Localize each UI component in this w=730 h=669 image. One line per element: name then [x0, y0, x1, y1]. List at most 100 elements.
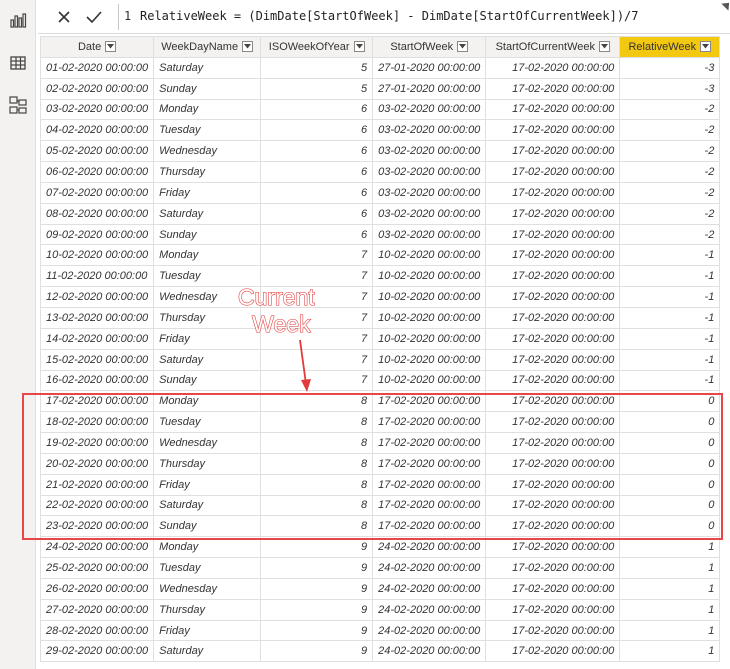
cell-startofweek[interactable]: 10-02-2020 00:00:00	[372, 327, 487, 350]
cell-startofweek[interactable]: 17-02-2020 00:00:00	[372, 432, 487, 454]
cell-relativeweek[interactable]: -1	[619, 369, 721, 392]
cell-startofweek[interactable]: 03-02-2020 00:00:00	[372, 181, 487, 204]
table-row[interactable]: 03-02-2020 00:00:00 Monday 6 03-02-2020 00:…	[39, 98, 721, 121]
formula-input[interactable]: RelativeWeek = (DimDate[StartOfWeek] - D…	[140, 9, 639, 23]
cell-date[interactable]: 09-02-2020 00:00:00	[39, 223, 155, 246]
cell-date[interactable]: 17-02-2020 00:00:00	[39, 390, 155, 413]
cell-date[interactable]: 22-02-2020 00:00:00	[39, 494, 155, 517]
table-row[interactable]: 24-02-2020 00:00:00 Monday 9 24-02-2020 00:…	[39, 536, 721, 559]
cell-date[interactable]: 14-02-2020 00:00:00	[39, 327, 155, 350]
cell-startofcurrentweek[interactable]: 17-02-2020 00:00:00	[485, 452, 621, 475]
cell-weekdayname[interactable]: Wednesday	[153, 140, 262, 163]
cell-date[interactable]: 12-02-2020 00:00:00	[39, 286, 155, 308]
cell-startofweek[interactable]: 17-02-2020 00:00:00	[372, 411, 487, 434]
table-row[interactable]: 04-02-2020 00:00:00 Tuesday 6 03-02-2020 00…	[39, 119, 721, 142]
cell-startofcurrentweek[interactable]: 17-02-2020 00:00:00	[485, 223, 621, 246]
cell-weekdayname[interactable]: Saturday	[153, 348, 262, 371]
data-view-icon[interactable]	[4, 49, 32, 77]
cell-startofweek[interactable]: 17-02-2020 00:00:00	[372, 473, 487, 496]
table-row[interactable]: 11-02-2020 00:00:00 Tuesday 7 10-02-2020 00…	[39, 265, 721, 288]
cell-weekdayname[interactable]: Monday	[153, 244, 262, 267]
cell-weekdayname[interactable]: Sunday	[153, 515, 262, 538]
model-view-icon[interactable]	[4, 91, 32, 119]
cell-startofweek[interactable]: 03-02-2020 00:00:00	[372, 98, 487, 121]
cell-startofcurrentweek[interactable]: 17-02-2020 00:00:00	[485, 306, 621, 329]
column-header-date[interactable]: Date	[39, 36, 155, 58]
cell-date[interactable]: 16-02-2020 00:00:00	[39, 369, 155, 392]
cell-weekdayname[interactable]: Saturday	[153, 202, 262, 225]
cell-relativeweek[interactable]: 1	[619, 557, 721, 579]
cell-startofcurrentweek[interactable]: 17-02-2020 00:00:00	[485, 98, 621, 121]
cell-startofweek[interactable]: 03-02-2020 00:00:00	[372, 223, 487, 246]
cell-date[interactable]: 10-02-2020 00:00:00	[39, 244, 155, 267]
cell-startofweek[interactable]: 24-02-2020 00:00:00	[372, 598, 487, 621]
cell-startofcurrentweek[interactable]: 17-02-2020 00:00:00	[485, 140, 621, 163]
cell-relativeweek[interactable]: -3	[619, 56, 721, 79]
cell-relativeweek[interactable]: -2	[619, 181, 721, 204]
cell-startofcurrentweek[interactable]: 17-02-2020 00:00:00	[485, 536, 621, 559]
table-row[interactable]: 20-02-2020 00:00:00 Thursday 8 17-02-2020 0…	[39, 452, 721, 475]
cell-isoweekofyear[interactable]: 7	[260, 348, 374, 371]
table-row[interactable]: 26-02-2020 00:00:00 Wednesday 9 24-02-2020 …	[39, 577, 721, 600]
cell-date[interactable]: 01-02-2020 00:00:00	[39, 56, 155, 79]
table-row[interactable]: 15-02-2020 00:00:00 Saturday 7 10-02-2020 0…	[39, 348, 721, 371]
cell-date[interactable]: 15-02-2020 00:00:00	[39, 348, 155, 371]
filter-dropdown-icon[interactable]	[242, 41, 254, 53]
filter-dropdown-icon[interactable]	[700, 41, 712, 53]
filter-dropdown-icon[interactable]	[599, 41, 611, 53]
cell-isoweekofyear[interactable]: 5	[260, 77, 374, 100]
cell-isoweekofyear[interactable]: 6	[260, 223, 374, 246]
cell-startofcurrentweek[interactable]: 17-02-2020 00:00:00	[485, 369, 621, 392]
cell-relativeweek[interactable]: -1	[619, 306, 721, 329]
column-header-startofcurrentweek[interactable]: StartOfCurrentWeek	[485, 36, 621, 58]
cell-startofweek[interactable]: 10-02-2020 00:00:00	[372, 369, 487, 392]
cell-relativeweek[interactable]: 0	[619, 432, 721, 454]
cell-startofweek[interactable]: 27-01-2020 00:00:00	[372, 77, 487, 100]
table-row[interactable]: 08-02-2020 00:00:00 Saturday 6 03-02-2020 0…	[39, 202, 721, 225]
cell-isoweekofyear[interactable]: 6	[260, 140, 374, 163]
table-row[interactable]: 06-02-2020 00:00:00 Thursday 6 03-02-2020 0…	[39, 161, 721, 183]
cell-date[interactable]: 05-02-2020 00:00:00	[39, 140, 155, 163]
table-row[interactable]: 05-02-2020 00:00:00 Wednesday 6 03-02-2020 …	[39, 140, 721, 163]
cell-relativeweek[interactable]: 1	[619, 577, 721, 600]
cell-weekdayname[interactable]: Saturday	[153, 494, 262, 517]
table-row[interactable]: 25-02-2020 00:00:00 Tuesday 9 24-02-2020 00…	[39, 557, 721, 579]
table-row[interactable]: 28-02-2020 00:00:00 Friday 9 24-02-2020 00:…	[39, 619, 721, 642]
cell-relativeweek[interactable]: 0	[619, 390, 721, 413]
column-header-isoweekofyear[interactable]: ISOWeekOfYear	[260, 36, 374, 58]
cell-weekdayname[interactable]: Friday	[153, 619, 262, 642]
cell-startofcurrentweek[interactable]: 17-02-2020 00:00:00	[485, 515, 621, 538]
column-header-startofweek[interactable]: StartOfWeek	[372, 36, 487, 58]
cell-relativeweek[interactable]: 1	[619, 619, 721, 642]
cell-startofweek[interactable]: 17-02-2020 00:00:00	[372, 452, 487, 475]
cell-isoweekofyear[interactable]: 8	[260, 390, 374, 413]
cell-relativeweek[interactable]: -3	[619, 77, 721, 100]
cell-startofcurrentweek[interactable]: 17-02-2020 00:00:00	[485, 577, 621, 600]
cell-isoweekofyear[interactable]: 7	[260, 244, 374, 267]
cell-isoweekofyear[interactable]: 9	[260, 536, 374, 559]
cell-startofcurrentweek[interactable]: 17-02-2020 00:00:00	[485, 119, 621, 142]
cell-startofcurrentweek[interactable]: 17-02-2020 00:00:00	[485, 557, 621, 579]
cell-date[interactable]: 21-02-2020 00:00:00	[39, 473, 155, 496]
cell-isoweekofyear[interactable]: 6	[260, 181, 374, 204]
cell-date[interactable]: 18-02-2020 00:00:00	[39, 411, 155, 434]
cell-startofweek[interactable]: 24-02-2020 00:00:00	[372, 640, 487, 663]
cell-startofcurrentweek[interactable]: 17-02-2020 00:00:00	[485, 286, 621, 308]
cell-startofcurrentweek[interactable]: 17-02-2020 00:00:00	[485, 77, 621, 100]
cell-weekdayname[interactable]: Monday	[153, 390, 262, 413]
expand-formula-icon[interactable]	[721, 0, 730, 11]
cell-relativeweek[interactable]: 0	[619, 473, 721, 496]
cell-startofweek[interactable]: 17-02-2020 00:00:00	[372, 390, 487, 413]
table-row[interactable]: 21-02-2020 00:00:00 Friday 8 17-02-2020 00:…	[39, 473, 721, 496]
cell-startofcurrentweek[interactable]: 17-02-2020 00:00:00	[485, 411, 621, 434]
cell-startofweek[interactable]: 03-02-2020 00:00:00	[372, 161, 487, 183]
cell-date[interactable]: 06-02-2020 00:00:00	[39, 161, 155, 183]
cell-startofweek[interactable]: 10-02-2020 00:00:00	[372, 348, 487, 371]
table-row[interactable]: 16-02-2020 00:00:00 Sunday 7 10-02-2020 00:…	[39, 369, 721, 392]
cell-startofcurrentweek[interactable]: 17-02-2020 00:00:00	[485, 56, 621, 79]
table-row[interactable]: 02-02-2020 00:00:00 Sunday 5 27-01-2020 00:…	[39, 77, 721, 100]
cell-isoweekofyear[interactable]: 8	[260, 432, 374, 454]
cell-startofcurrentweek[interactable]: 17-02-2020 00:00:00	[485, 640, 621, 663]
table-row[interactable]: 17-02-2020 00:00:00 Monday 8 17-02-2020 00:…	[39, 390, 721, 413]
cell-relativeweek[interactable]: -2	[619, 98, 721, 121]
